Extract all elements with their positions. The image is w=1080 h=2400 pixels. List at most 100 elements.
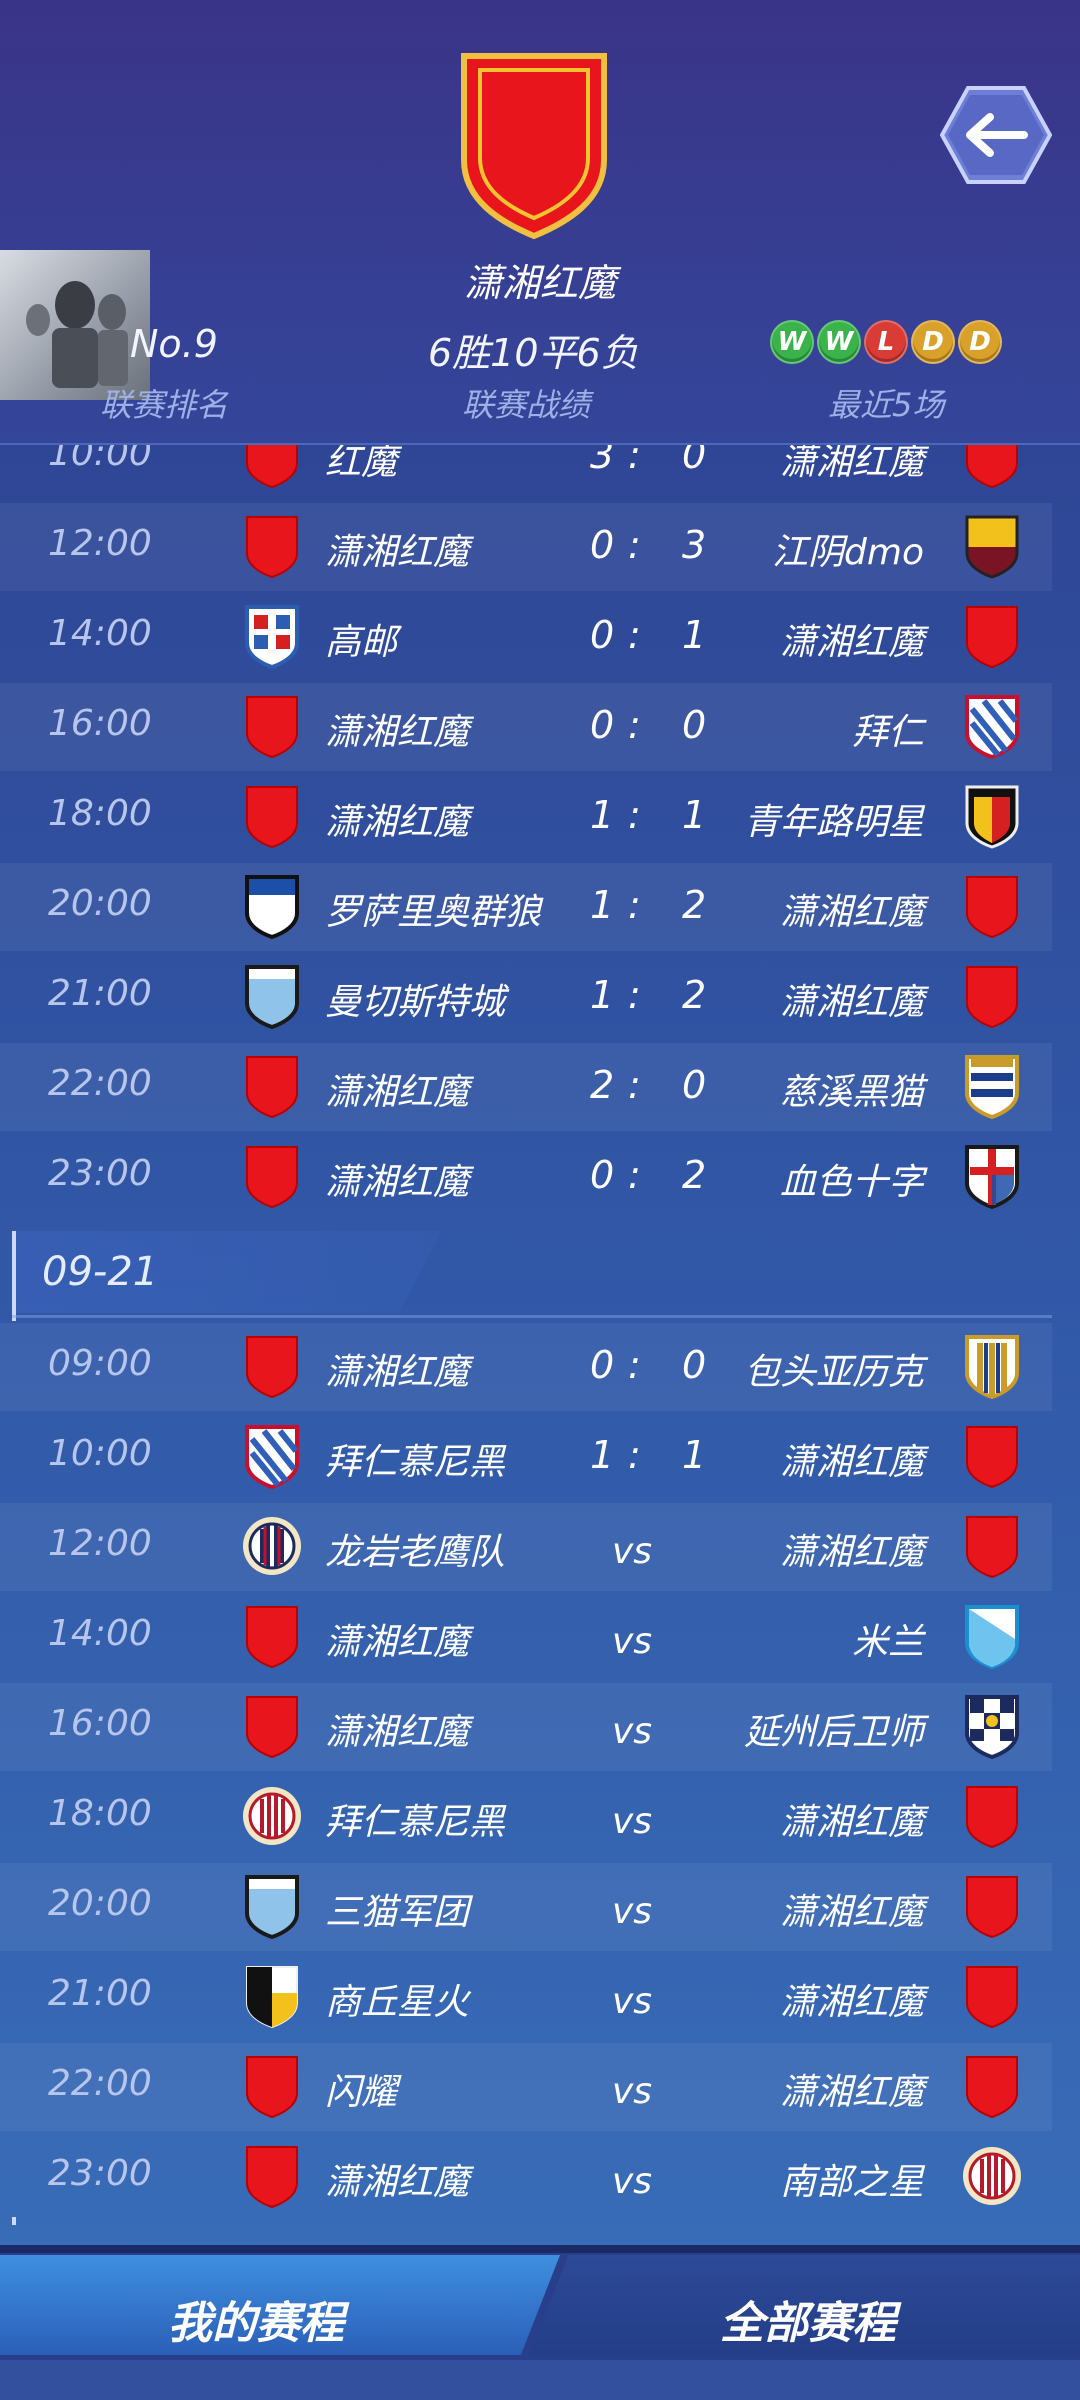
back-button[interactable] — [940, 85, 1052, 185]
away-team: 潇湘红魔 — [779, 622, 924, 663]
match-time: 21:00 — [48, 973, 152, 1014]
red-shield-icon — [246, 1336, 298, 1398]
away-team: 潇湘红魔 — [779, 445, 924, 483]
home-score: 3 — [590, 445, 615, 477]
vs-label: vs — [612, 1891, 653, 1932]
gold-striped-shield-icon — [965, 1335, 1019, 1399]
home-team: 曼切斯特城 — [325, 982, 506, 1023]
match-time: 10:00 — [48, 1433, 152, 1474]
match-row[interactable]: 10:00 拜仁慕尼黑 1 : 1 潇湘红魔 — [0, 1413, 1052, 1501]
home-score: 0 — [590, 523, 615, 567]
match-row[interactable]: 16:00 潇湘红魔 0 : 0 拜仁 — [0, 683, 1052, 771]
vs-label: vs — [612, 2071, 653, 2112]
home-score: 0 — [590, 1343, 615, 1387]
home-team: 潇湘红魔 — [325, 532, 470, 573]
away-team: 米兰 — [851, 1622, 924, 1663]
match-time: 09:00 — [48, 1343, 152, 1384]
black-yellow-red-shield-icon — [965, 785, 1019, 849]
league-rank: No.9 — [130, 322, 218, 366]
round-red-striped-crest-icon — [963, 2147, 1021, 2205]
match-time: 16:00 — [48, 703, 152, 744]
match-row[interactable]: 09:00 潇湘红魔 0 : 0 包头亚历克 — [0, 1323, 1052, 1411]
away-score: 0 — [682, 445, 707, 477]
match-row[interactable]: 20:00 三猫军团 vs 潇湘红魔 — [0, 1863, 1052, 1951]
avatar — [0, 250, 150, 400]
away-team: 包头亚历克 — [743, 1352, 924, 1393]
red-shield-icon — [966, 1426, 1018, 1488]
away-team: 潇湘红魔 — [779, 892, 924, 933]
team-name: 潇湘红魔 — [463, 261, 616, 305]
match-row[interactable]: 10:00 红魔 3 : 0 潇湘红魔 — [0, 445, 1052, 501]
home-team: 潇湘红魔 — [325, 1162, 470, 1203]
league-record-label: 联赛战绩 — [462, 386, 591, 424]
match-row[interactable]: 12:00 潇湘红魔 0 : 3 江阴dmo — [0, 503, 1052, 591]
away-score: 1 — [682, 1433, 707, 1477]
vs-label: vs — [612, 1621, 653, 1662]
match-row[interactable]: 18:00 潇湘红魔 1 : 1 青年路明星 — [0, 773, 1052, 861]
striped-shield-icon — [965, 695, 1019, 759]
bottom-tab-bar: 全部赛程 我的赛程 — [0, 2245, 1080, 2400]
match-time: 20:00 — [48, 883, 152, 924]
league-record: 6胜10平6负 — [428, 331, 639, 375]
match-time: 18:00 — [48, 1793, 152, 1834]
tab-all-schedule[interactable]: 全部赛程 — [530, 2255, 1080, 2355]
away-team: 青年路明星 — [743, 802, 924, 843]
vs-label: vs — [612, 1531, 653, 1572]
home-team: 潇湘红魔 — [325, 1622, 470, 1663]
match-row[interactable]: 18:00 拜仁慕尼黑 vs 潇湘红魔 — [0, 1773, 1052, 1861]
tab-all-schedule-label: 全部赛程 — [720, 2298, 896, 2349]
red-shield-icon — [246, 1696, 298, 1758]
recent-form-label: 最近5场 — [828, 386, 945, 424]
red-shield-icon — [966, 606, 1018, 668]
home-score: 1 — [590, 1433, 615, 1477]
away-team: 潇湘红魔 — [779, 982, 924, 1023]
away-score: 0 — [682, 1063, 707, 1107]
navy-white-shield-icon — [965, 1695, 1019, 1759]
match-row[interactable]: 23:00 潇湘红魔 0 : 2 血色十字 — [0, 1133, 1052, 1221]
red-shield-icon — [246, 786, 298, 848]
home-score: 0 — [590, 613, 615, 657]
match-list[interactable]: 10:00 红魔 3 : 0 潇湘红魔 12:00 潇湘红魔 0 : 3 江阴d… — [0, 445, 1080, 2225]
sky-blue-shield-icon — [245, 1875, 299, 1939]
home-score: 1 — [590, 973, 615, 1017]
league-rank-label: 联赛排名 — [100, 386, 229, 424]
round-striped-crest-icon — [243, 1517, 301, 1575]
recent-form: W W L D D — [770, 320, 1002, 364]
match-time: 12:00 — [48, 1523, 152, 1564]
red-shield-icon — [246, 1056, 298, 1118]
away-score: 1 — [682, 613, 707, 657]
match-row[interactable]: 20:00 罗萨里奥群狼 1 : 2 潇湘红魔 — [0, 863, 1052, 951]
away-score: 2 — [682, 1153, 707, 1197]
match-row[interactable]: 16:00 潇湘红魔 vs 延州后卫师 — [0, 1683, 1052, 1771]
away-team: 血色十字 — [779, 1162, 924, 1203]
match-time: 20:00 — [48, 1883, 152, 1924]
red-shield-icon — [966, 966, 1018, 1028]
match-row[interactable]: 12:00 龙岩老鹰队 vs 潇湘红魔 — [0, 1503, 1052, 1591]
match-time: 12:00 — [48, 523, 152, 564]
form-result: W — [817, 320, 861, 364]
form-result: D — [958, 320, 1002, 364]
home-team: 潇湘红魔 — [325, 712, 470, 753]
match-row[interactable]: 21:00 商丘星火 vs 潇湘红魔 — [0, 1953, 1052, 2041]
match-row[interactable]: 21:00 曼切斯特城 1 : 2 潇湘红魔 — [0, 953, 1052, 1041]
home-score: 2 — [590, 1063, 615, 1107]
red-shield-icon — [246, 696, 298, 758]
match-row[interactable]: 22:00 潇湘红魔 2 : 0 慈溪黑猫 — [0, 1043, 1052, 1131]
home-team: 龙岩老鹰队 — [325, 1532, 506, 1573]
away-score: 0 — [682, 1343, 707, 1387]
home-team: 潇湘红魔 — [325, 2162, 470, 2203]
black-white-yellow-shield-icon — [246, 1966, 298, 2028]
home-team: 三猫军团 — [325, 1892, 470, 1933]
striped-shield-icon — [245, 1425, 299, 1489]
match-time: 14:00 — [48, 1613, 152, 1654]
tab-my-schedule[interactable]: 我的赛程 — [0, 2255, 560, 2355]
match-row[interactable]: 22:00 闪耀 vs 潇湘红魔 — [0, 2043, 1052, 2131]
form-result: L — [864, 320, 908, 364]
match-row[interactable]: 14:00 潇湘红魔 vs 米兰 — [0, 1593, 1052, 1681]
match-row[interactable]: 23:00 潇湘红魔 vs 南部之星 — [0, 2133, 1052, 2221]
home-score: 1 — [590, 793, 615, 837]
red-shield-icon — [246, 1606, 298, 1668]
match-row[interactable]: 14:00 高邮 0 : 1 潇湘红魔 — [0, 593, 1052, 681]
away-score: 0 — [682, 703, 707, 747]
match-time: 23:00 — [48, 2153, 152, 2194]
